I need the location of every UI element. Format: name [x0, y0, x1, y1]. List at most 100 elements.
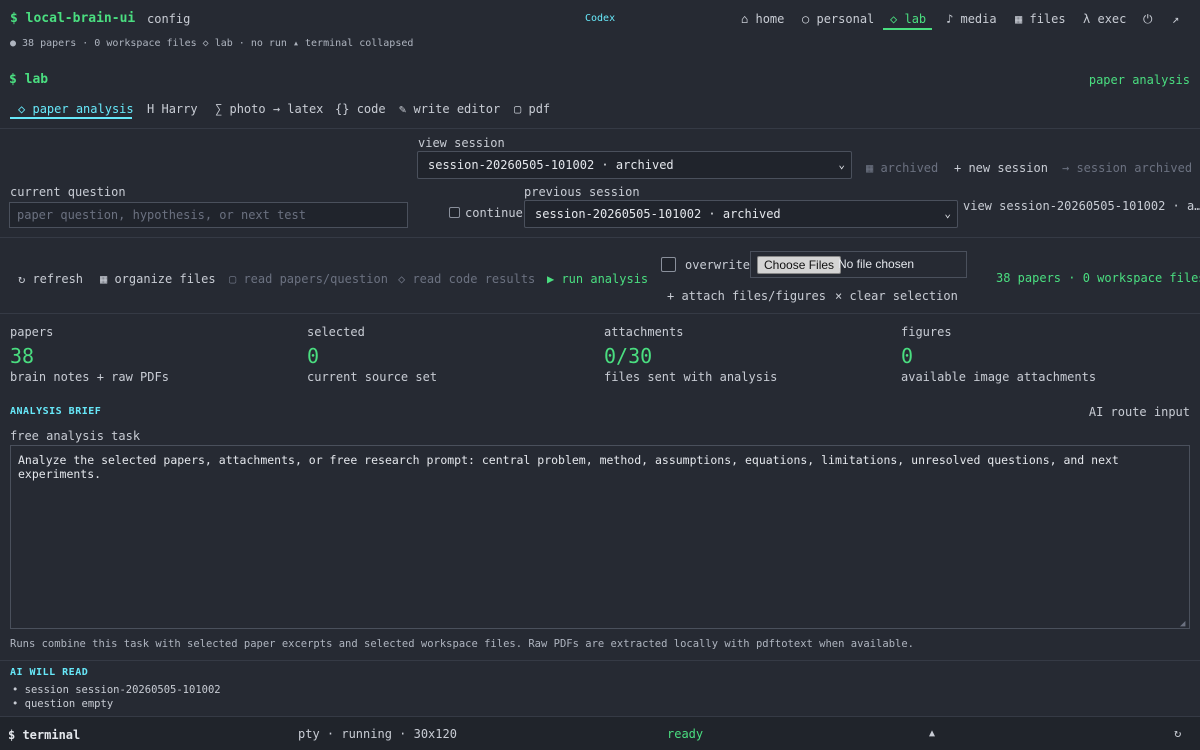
- stat-figures-sub: available image attachments: [901, 370, 1097, 384]
- nav-personal-label: personal: [816, 12, 875, 26]
- braces-icon: {}: [335, 102, 350, 116]
- attach-files-button[interactable]: + attach files/figures: [667, 289, 826, 303]
- tab-paper-analysis[interactable]: ◇ paper analysis: [18, 102, 134, 116]
- question-input[interactable]: paper question, hypothesis, or next test: [9, 202, 408, 228]
- current-question-label: current question: [10, 185, 126, 199]
- tab-label: paper analysis: [32, 102, 134, 116]
- view-session-select[interactable]: session-20260505-101002 · archived ⌄: [417, 151, 852, 179]
- stat-papers-value: 38: [10, 344, 35, 368]
- power-icon[interactable]: ⏻: [1143, 12, 1153, 27]
- previous-session-select[interactable]: session-20260505-101002 · archived ⌄: [524, 200, 958, 228]
- overwrite-checkbox[interactable]: [661, 257, 676, 272]
- terminal-title[interactable]: $ terminal: [8, 728, 80, 742]
- tab-harry[interactable]: H Harry: [147, 102, 198, 116]
- run-analysis-button[interactable]: ▶ run analysis: [547, 272, 648, 286]
- divider: [0, 313, 1200, 314]
- stat-papers-label: papers: [10, 325, 54, 339]
- resize-grip-icon[interactable]: ◢: [1180, 619, 1185, 629]
- refresh-icon[interactable]: ↻: [1174, 726, 1181, 740]
- refresh-button[interactable]: ↻ refresh: [18, 272, 83, 286]
- diamond-icon: ◇: [18, 102, 26, 116]
- nav-lab-label: lab: [904, 12, 927, 26]
- analysis-brief-title: ANALYSIS BRIEF: [10, 406, 102, 417]
- task-label: free analysis task: [10, 429, 141, 443]
- circle-icon: ○: [802, 12, 810, 26]
- view-session-link[interactable]: view session-20260505-101002 · a…: [963, 199, 1200, 213]
- stat-figures-label: figures: [901, 325, 952, 339]
- read-code-button[interactable]: ◇ read code results: [398, 272, 535, 286]
- ai-will-read-title: AI WILL READ: [10, 667, 89, 678]
- nav-home-label: home: [755, 12, 785, 26]
- stat-selected-label: selected: [307, 325, 365, 339]
- organize-files-button[interactable]: ▦ organize files: [100, 272, 216, 286]
- pencil-icon: ✎: [399, 102, 407, 116]
- view-session-label: view session: [418, 136, 505, 150]
- config-link[interactable]: config: [147, 12, 190, 26]
- archived-badge: ▦ archived: [866, 161, 939, 175]
- divider: [0, 660, 1200, 661]
- session-archived-status: → session archived: [1062, 161, 1193, 175]
- task-note: Runs combine this task with selected pap…: [10, 638, 914, 650]
- question-placeholder: paper question, hypothesis, or next test: [17, 208, 306, 222]
- clear-selection-button[interactable]: × clear selection: [835, 289, 958, 303]
- terminal-status: ready: [667, 727, 704, 741]
- nav-media-label: media: [960, 12, 997, 26]
- status-line: ● 38 papers · 0 workspace files ◇ lab · …: [10, 38, 414, 49]
- overwrite-label: overwrite: [685, 258, 751, 272]
- analysis-route-label: AI route input: [1088, 405, 1190, 419]
- tab-label: write editor: [413, 102, 501, 116]
- list-item: • question empty: [12, 698, 114, 710]
- stat-selected-value: 0: [307, 344, 320, 368]
- tab-write-editor[interactable]: ✎ write editor: [399, 102, 500, 116]
- music-icon: ♪: [946, 12, 954, 26]
- nav-exec-label: exec: [1097, 12, 1127, 26]
- terminal-meta: pty · running · 30x120: [298, 727, 457, 741]
- divider: [0, 237, 1200, 238]
- stat-figures-value: 0: [901, 344, 914, 368]
- chevron-down-icon: ⌄: [944, 207, 951, 220]
- home-icon: ⌂: [741, 12, 749, 26]
- previous-session-label: previous session: [524, 185, 640, 199]
- nav-active-underline: [883, 28, 932, 30]
- diamond-icon: ◇: [890, 12, 898, 26]
- tab-code[interactable]: {} code: [335, 102, 386, 116]
- tab-photo-latex[interactable]: ∑ photo → latex: [215, 102, 323, 116]
- divider: [0, 128, 1200, 129]
- chevron-down-icon: ⌄: [838, 158, 845, 171]
- view-session-value: session-20260505-101002 · archived: [428, 158, 674, 172]
- tab-label: code: [356, 102, 386, 116]
- tab-label: pdf: [528, 102, 551, 116]
- nav-home[interactable]: ⌂ home: [741, 12, 784, 26]
- h-icon: H: [147, 102, 155, 116]
- app-brand[interactable]: $ local-brain-ui: [10, 11, 135, 26]
- nav-files[interactable]: ▦ files: [1015, 12, 1066, 26]
- files-icon: ▦: [1015, 12, 1023, 26]
- stat-attachments-sub: files sent with analysis: [604, 370, 778, 384]
- nav-lab[interactable]: ◇ lab: [890, 12, 926, 26]
- nav-personal[interactable]: ○ personal: [802, 12, 874, 26]
- read-papers-button[interactable]: ▢ read papers/question: [229, 272, 388, 286]
- lambda-icon: λ: [1083, 12, 1091, 26]
- summary-counts: 38 papers · 0 workspace files: [996, 271, 1200, 285]
- nav-media[interactable]: ♪ media: [946, 12, 997, 26]
- codex-label: Codex: [585, 13, 616, 24]
- nav-exec[interactable]: λ exec: [1083, 12, 1126, 26]
- choose-files-button[interactable]: Choose Files: [757, 256, 842, 274]
- previous-session-value: session-20260505-101002 · archived: [535, 207, 781, 221]
- new-session-button[interactable]: + new session: [954, 161, 1048, 175]
- stat-selected-sub: current source set: [307, 370, 438, 384]
- document-icon: ▢: [514, 102, 522, 116]
- expand-icon[interactable]: ↗: [1172, 12, 1179, 26]
- tab-label: photo → latex: [229, 102, 324, 116]
- terminal-bar[interactable]: $ terminal pty · running · 30x120 ready …: [0, 716, 1200, 750]
- expand-terminal-icon[interactable]: ▲: [929, 728, 935, 739]
- continue-checkbox[interactable]: [449, 207, 460, 218]
- tab-label: Harry: [161, 102, 198, 116]
- list-item: • session session-20260505-101002: [12, 684, 221, 696]
- analysis-task-textarea[interactable]: Analyze the selected papers, attachments…: [10, 445, 1190, 629]
- continue-label: continue: [465, 206, 523, 220]
- section-title: $ lab: [9, 72, 49, 87]
- tab-pdf[interactable]: ▢ pdf: [514, 102, 550, 116]
- stat-attachments-value: 0/30: [604, 344, 653, 368]
- file-input[interactable]: Choose Files No file chosen: [750, 251, 967, 278]
